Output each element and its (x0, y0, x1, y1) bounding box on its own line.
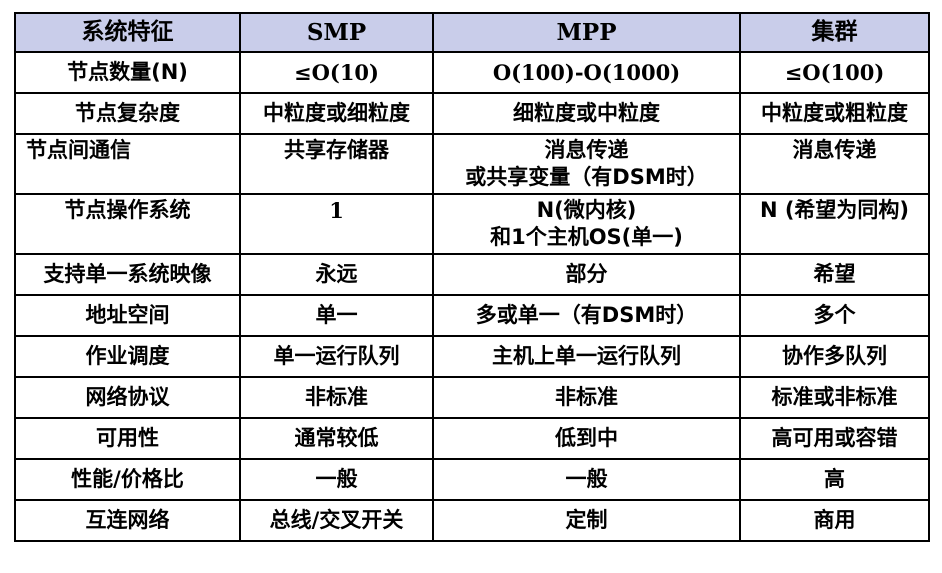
mpp-cell-line: 细粒度或中粒度 (513, 101, 660, 125)
smp-cell: 中粒度或细粒度 (239, 92, 434, 135)
mpp-cell-line: 消息传递 (544, 138, 629, 162)
mpp-cell-line: 低到中 (555, 426, 618, 450)
cluster-cell: ≤O(100) (739, 51, 930, 94)
feature-cell: 性能/价格比 (14, 458, 241, 501)
smp-cell: 单一 (239, 294, 434, 337)
feature-cell: 节点数量(N) (14, 51, 241, 94)
table-header: 系统特征 SMP MPP 集群 (14, 12, 930, 53)
feature-cell: 节点复杂度 (14, 92, 241, 135)
mpp-cell: 细粒度或中粒度 (432, 92, 741, 135)
mpp-cell-line: O(100)-O(1000) (492, 60, 681, 85)
header-smp: SMP (239, 12, 434, 53)
mpp-cell-line: 定制 (565, 508, 608, 532)
mpp-cell-line: N(微内核) (536, 198, 637, 222)
cluster-cell: 标准或非标准 (739, 376, 930, 419)
cluster-cell: 消息传递 (739, 133, 930, 195)
header-row: 系统特征 SMP MPP 集群 (14, 12, 930, 53)
table-row: 节点间通信 共享存储器 消息传递 或共享变量（有DSM时） 消息传递 (14, 133, 930, 195)
feature-cell: 地址空间 (14, 294, 241, 337)
table-row: 互连网络 总线/交叉开关 定制 商用 (14, 499, 930, 542)
mpp-cell-line: 多或单一（有DSM时） (475, 303, 698, 327)
table-row: 可用性 通常较低 低到中 高可用或容错 (14, 417, 930, 460)
table-row: 节点数量(N) ≤O(10) O(100)-O(1000) ≤O(100) (14, 51, 930, 94)
smp-cell: 1 (239, 193, 434, 255)
mpp-cell: 多或单一（有DSM时） (432, 294, 741, 337)
mpp-cell: 主机上单一运行队列 (432, 335, 741, 378)
feature-cell: 可用性 (14, 417, 241, 460)
mpp-cell: 一般 (432, 458, 741, 501)
table-row: 节点复杂度 中粒度或细粒度 细粒度或中粒度 中粒度或粗粒度 (14, 92, 930, 135)
header-mpp: MPP (432, 12, 741, 53)
mpp-cell: O(100)-O(1000) (432, 51, 741, 94)
smp-cell: 共享存储器 (239, 133, 434, 195)
header-cluster: 集群 (739, 12, 930, 53)
cluster-cell: 高可用或容错 (739, 417, 930, 460)
feature-cell: 支持单一系统映像 (14, 253, 241, 296)
comparison-table-container: 系统特征 SMP MPP 集群 节点数量(N) ≤O(10) O(100)-O(… (14, 12, 930, 542)
table-row: 节点操作系统 1 N(微内核) 和1个主机OS(单一) N (希望为同构) (14, 193, 930, 255)
cluster-cell: 多个 (739, 294, 930, 337)
mpp-cell: N(微内核) 和1个主机OS(单一) (432, 193, 741, 255)
mpp-cell-line: 主机上单一运行队列 (492, 344, 681, 368)
cluster-cell: 商用 (739, 499, 930, 542)
smp-cell: 非标准 (239, 376, 434, 419)
table-row: 性能/价格比 一般 一般 高 (14, 458, 930, 501)
header-feature: 系统特征 (14, 12, 241, 53)
smp-cell: 单一运行队列 (239, 335, 434, 378)
smp-cell: 通常较低 (239, 417, 434, 460)
mpp-cell-line: 非标准 (555, 385, 618, 409)
feature-cell: 网络协议 (14, 376, 241, 419)
cluster-cell: N (希望为同构) (739, 193, 930, 255)
table-row: 作业调度 单一运行队列 主机上单一运行队列 协作多队列 (14, 335, 930, 378)
cluster-cell: 中粒度或粗粒度 (739, 92, 930, 135)
smp-cell: 永远 (239, 253, 434, 296)
feature-cell: 节点操作系统 (14, 193, 241, 255)
comparison-table: 系统特征 SMP MPP 集群 节点数量(N) ≤O(10) O(100)-O(… (14, 12, 930, 542)
feature-cell: 节点间通信 (14, 133, 241, 195)
mpp-cell-line: 部分 (565, 262, 608, 286)
mpp-cell: 低到中 (432, 417, 741, 460)
table-row: 地址空间 单一 多或单一（有DSM时） 多个 (14, 294, 930, 337)
smp-cell: 总线/交叉开关 (239, 499, 434, 542)
cluster-cell: 希望 (739, 253, 930, 296)
smp-cell: 一般 (239, 458, 434, 501)
mpp-cell: 定制 (432, 499, 741, 542)
table-row: 支持单一系统映像 永远 部分 希望 (14, 253, 930, 296)
mpp-cell: 部分 (432, 253, 741, 296)
cluster-cell: 协作多队列 (739, 335, 930, 378)
feature-cell: 作业调度 (14, 335, 241, 378)
table-body: 节点数量(N) ≤O(10) O(100)-O(1000) ≤O(100) 节点… (14, 51, 930, 542)
mpp-cell-line: 一般 (565, 467, 608, 491)
feature-cell: 互连网络 (14, 499, 241, 542)
mpp-cell-line: 和1个主机OS(单一) (490, 225, 683, 249)
mpp-cell: 非标准 (432, 376, 741, 419)
mpp-cell: 消息传递 或共享变量（有DSM时） (432, 133, 741, 195)
table-row: 网络协议 非标准 非标准 标准或非标准 (14, 376, 930, 419)
cluster-cell: 高 (739, 458, 930, 501)
smp-cell: ≤O(10) (239, 51, 434, 94)
mpp-cell-line: 或共享变量（有DSM时） (465, 165, 708, 189)
